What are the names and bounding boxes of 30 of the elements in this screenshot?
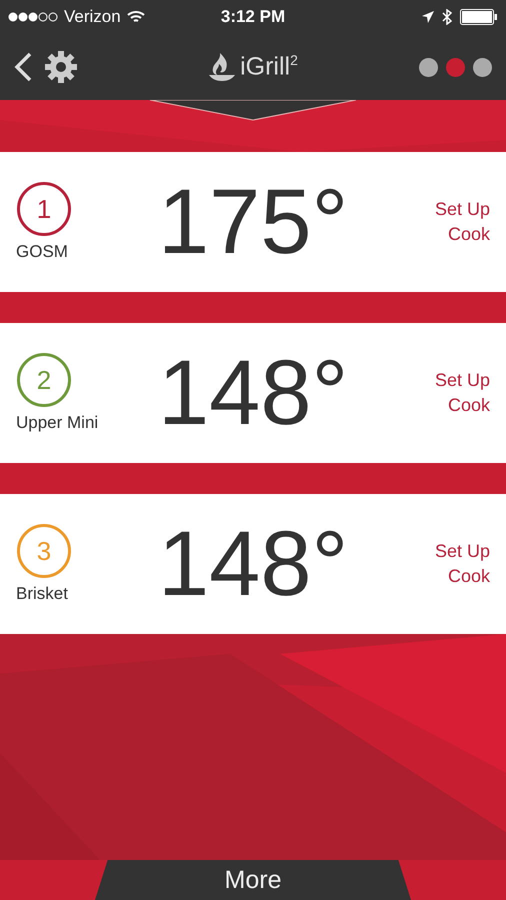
probe-number: 1 [17, 182, 71, 236]
wifi-icon [126, 10, 145, 24]
temperature-reading: 148° [158, 347, 350, 439]
carrier-name: Verizon [64, 7, 121, 27]
probe-card[interactable]: 1 GOSM 175° Set Up Cook [0, 152, 506, 292]
bluetooth-icon [442, 9, 452, 25]
battery-icon [460, 9, 498, 25]
flame-icon [208, 51, 236, 83]
probe-number: 3 [17, 524, 71, 578]
settings-icon[interactable] [44, 50, 78, 84]
setup-cook-link[interactable]: Set Up Cook [420, 368, 490, 418]
app-logo: iGrill$^{2}$ [240, 52, 298, 82]
probe-name: GOSM [16, 242, 68, 262]
probe-card[interactable]: 2 Upper Mini 148° Set Up Cook [0, 323, 506, 463]
temperature-reading: 148° [158, 518, 350, 610]
probe-name: Brisket [16, 584, 68, 604]
location-arrow-icon [422, 11, 434, 23]
setup-cook-link[interactable]: Set Up Cook [420, 539, 490, 589]
page-dot[interactable] [473, 58, 492, 76]
probe-number: 2 [17, 353, 71, 407]
probe-name: Upper Mini [16, 413, 98, 433]
probe-card[interactable]: 3 Brisket 148° Set Up Cook [0, 494, 506, 634]
temperature-reading: 175° [158, 176, 350, 268]
page-dot[interactable] [446, 58, 466, 76]
more-button[interactable]: More [95, 860, 411, 900]
setup-cook-link[interactable]: Set Up Cook [420, 197, 490, 247]
page-dot[interactable] [419, 58, 438, 76]
clock-time: 3:12 PM [220, 7, 286, 27]
back-icon[interactable] [14, 52, 32, 82]
signal-icon [8, 12, 58, 22]
